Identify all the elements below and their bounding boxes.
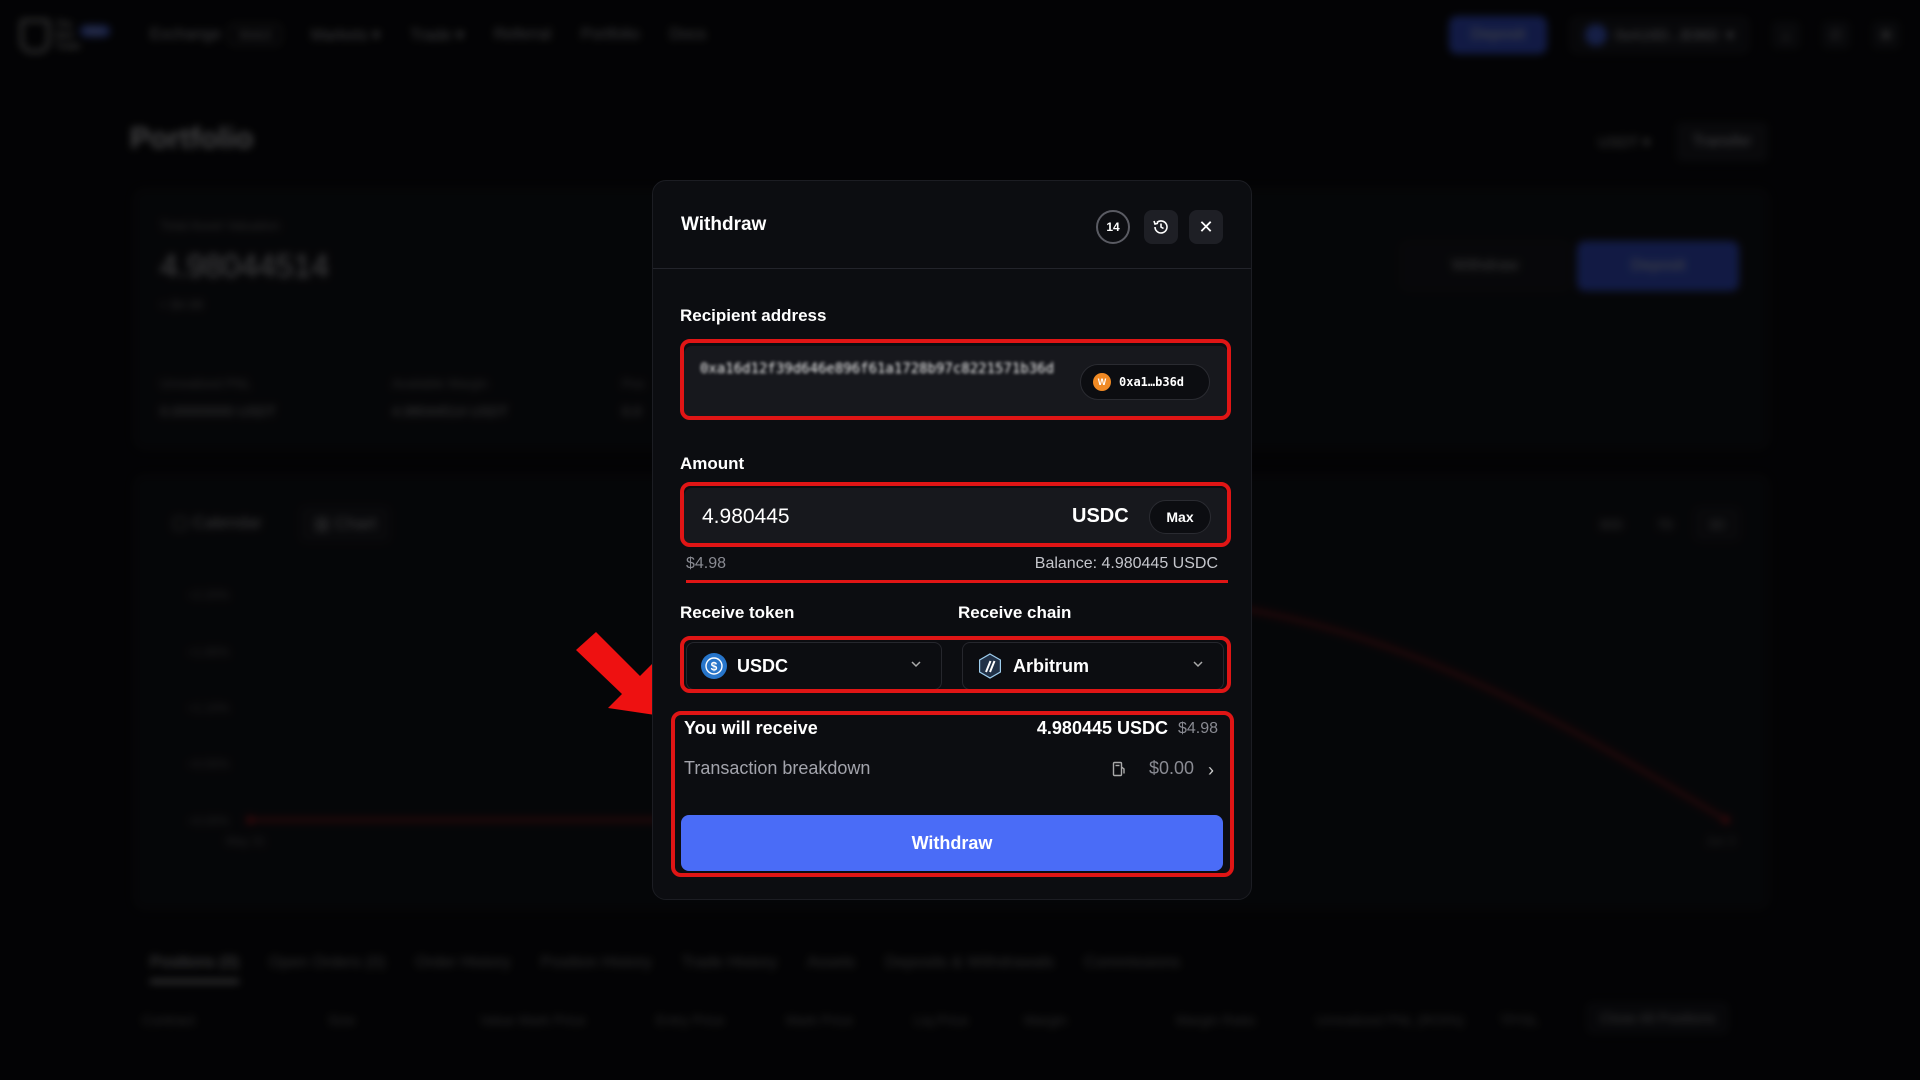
pending-count-badge[interactable]: 14 bbox=[1096, 210, 1130, 244]
history-icon[interactable] bbox=[1144, 210, 1178, 244]
highlight-recipient bbox=[680, 339, 1231, 420]
amount-label: Amount bbox=[680, 454, 745, 473]
highlight-amount bbox=[680, 482, 1231, 547]
receive-token-label: Receive token bbox=[680, 603, 795, 622]
receive-chain-label: Receive chain bbox=[958, 603, 1072, 622]
recipient-address-label: Recipient address bbox=[680, 306, 827, 325]
highlight-receive bbox=[680, 636, 1231, 693]
amount-usd: $4.98 bbox=[686, 555, 727, 572]
close-icon[interactable]: ✕ bbox=[1189, 210, 1223, 244]
modal-title: Withdraw bbox=[681, 214, 767, 235]
highlight-summary bbox=[671, 711, 1234, 877]
balance-text: Balance: 4.980445 USDC bbox=[1034, 555, 1218, 572]
highlight-underline bbox=[686, 580, 1228, 583]
modal-header: Withdraw 14 ✕ bbox=[653, 181, 1251, 269]
page: The Bull Trade New Exchange Web3 Markets … bbox=[0, 0, 1920, 1080]
